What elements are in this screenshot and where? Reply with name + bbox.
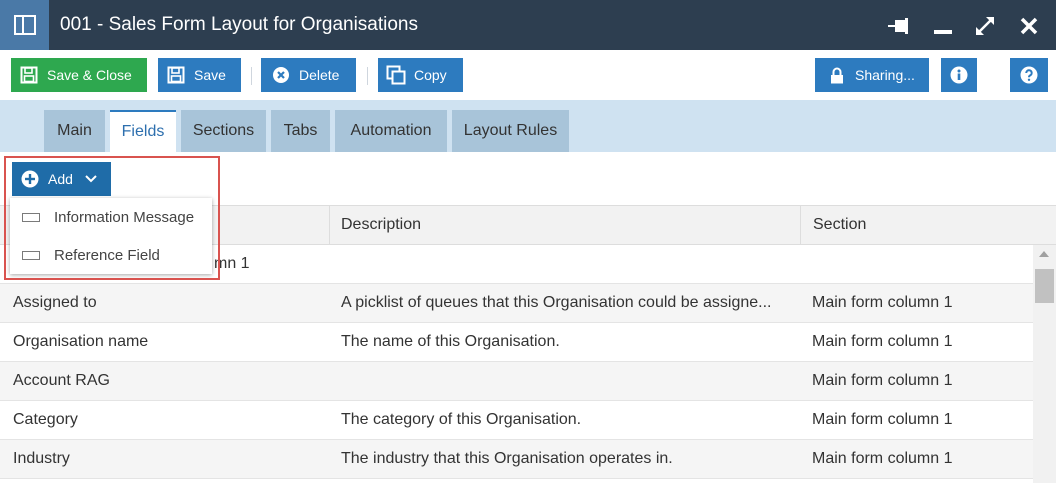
- sharing-button[interactable]: Sharing...: [815, 58, 929, 92]
- cell-description: The category of this Organisation.: [341, 411, 582, 428]
- column-divider: [329, 206, 330, 244]
- plus-circle-icon: [21, 170, 39, 188]
- field-icon: [22, 212, 40, 222]
- pin-icon[interactable]: [886, 12, 914, 40]
- delete-button[interactable]: Delete: [261, 58, 356, 92]
- tab-main[interactable]: Main: [44, 110, 105, 152]
- window-title: 001 - Sales Form Layout for Organisation…: [60, 14, 419, 35]
- toolbar-divider: [367, 67, 368, 85]
- column-divider: [800, 206, 801, 244]
- save-icon: [166, 65, 186, 85]
- cell-name: Category: [13, 411, 78, 428]
- cell-name: Organisation name: [13, 333, 149, 350]
- menu-item-information-message[interactable]: Information Message: [10, 198, 212, 236]
- column-header-section[interactable]: Section: [813, 206, 866, 244]
- copy-icon: [386, 65, 406, 85]
- toolbar: Save & Close Save Delete Copy Sharing...: [0, 50, 1056, 100]
- table-row[interactable]: Assigned to A picklist of queues that th…: [0, 284, 1033, 323]
- close-icon[interactable]: [1015, 12, 1043, 40]
- cell-description: A picklist of queues that this Organisat…: [341, 294, 772, 311]
- tab-layout-rules[interactable]: Layout Rules: [452, 110, 569, 152]
- scroll-thumb[interactable]: [1035, 269, 1054, 303]
- table-row[interactable]: Industry The industry that this Organisa…: [0, 440, 1033, 479]
- layout-columns-icon[interactable]: [0, 0, 49, 50]
- delete-label: Delete: [299, 67, 340, 83]
- maximize-icon[interactable]: [971, 12, 999, 40]
- cell-description: The name of this Organisation.: [341, 333, 560, 350]
- tab-automation[interactable]: Automation: [335, 110, 447, 152]
- cell-name: Assigned to: [13, 294, 97, 311]
- table-row[interactable]: Organisation name The name of this Organ…: [0, 323, 1033, 362]
- copy-button[interactable]: Copy: [378, 58, 463, 92]
- add-label: Add: [48, 171, 73, 187]
- field-icon: [22, 250, 40, 260]
- lock-icon: [827, 65, 847, 85]
- minimize-icon[interactable]: [929, 12, 957, 40]
- cell-name: Account RAG: [13, 372, 110, 389]
- cell-section: Main form column 1: [812, 450, 953, 467]
- menu-item-label: Reference Field: [54, 246, 160, 264]
- cell-section: Main form column 1: [812, 294, 953, 311]
- help-icon: [1020, 66, 1038, 84]
- save-and-close-label: Save & Close: [47, 67, 132, 83]
- info-button[interactable]: [941, 58, 977, 92]
- menu-item-label: Information Message: [54, 208, 195, 226]
- table-row[interactable]: Account RAG Main form column 1: [0, 362, 1033, 401]
- tab-tabs[interactable]: Tabs: [271, 110, 330, 152]
- chevron-down-icon: [85, 175, 97, 183]
- sharing-label: Sharing...: [855, 67, 915, 83]
- vertical-scrollbar[interactable]: [1033, 245, 1056, 483]
- scroll-up-arrow-icon[interactable]: [1039, 251, 1049, 257]
- cell-section: Main form column 1: [812, 372, 953, 389]
- menu-item-reference-field[interactable]: Reference Field: [10, 236, 212, 274]
- save-icon: [19, 65, 39, 85]
- tab-fields[interactable]: Fields: [110, 110, 176, 152]
- cell-description: The industry that this Organisation oper…: [341, 450, 673, 467]
- save-label: Save: [194, 67, 226, 83]
- cell-section: Main form column 1: [812, 411, 953, 428]
- add-button[interactable]: Add: [12, 162, 111, 196]
- column-header-description[interactable]: Description: [341, 206, 421, 244]
- tab-bar: Main Fields Sections Tabs Automation Lay…: [0, 100, 1056, 152]
- add-dropdown-menu: Information Message Reference Field: [10, 198, 212, 274]
- cell-section: Main form column 1: [812, 333, 953, 350]
- info-icon: [950, 66, 968, 84]
- delete-circle-icon: [271, 65, 291, 85]
- cell-section-partial: mn 1: [214, 255, 250, 272]
- tab-sections[interactable]: Sections: [181, 110, 266, 152]
- save-button[interactable]: Save: [158, 58, 241, 92]
- help-button[interactable]: [1010, 58, 1048, 92]
- toolbar-divider: [251, 67, 252, 85]
- table-row[interactable]: Category The category of this Organisati…: [0, 401, 1033, 440]
- save-and-close-button[interactable]: Save & Close: [11, 58, 147, 92]
- copy-label: Copy: [414, 67, 447, 83]
- title-bar: 001 - Sales Form Layout for Organisation…: [0, 0, 1056, 50]
- cell-name: Industry: [13, 450, 70, 467]
